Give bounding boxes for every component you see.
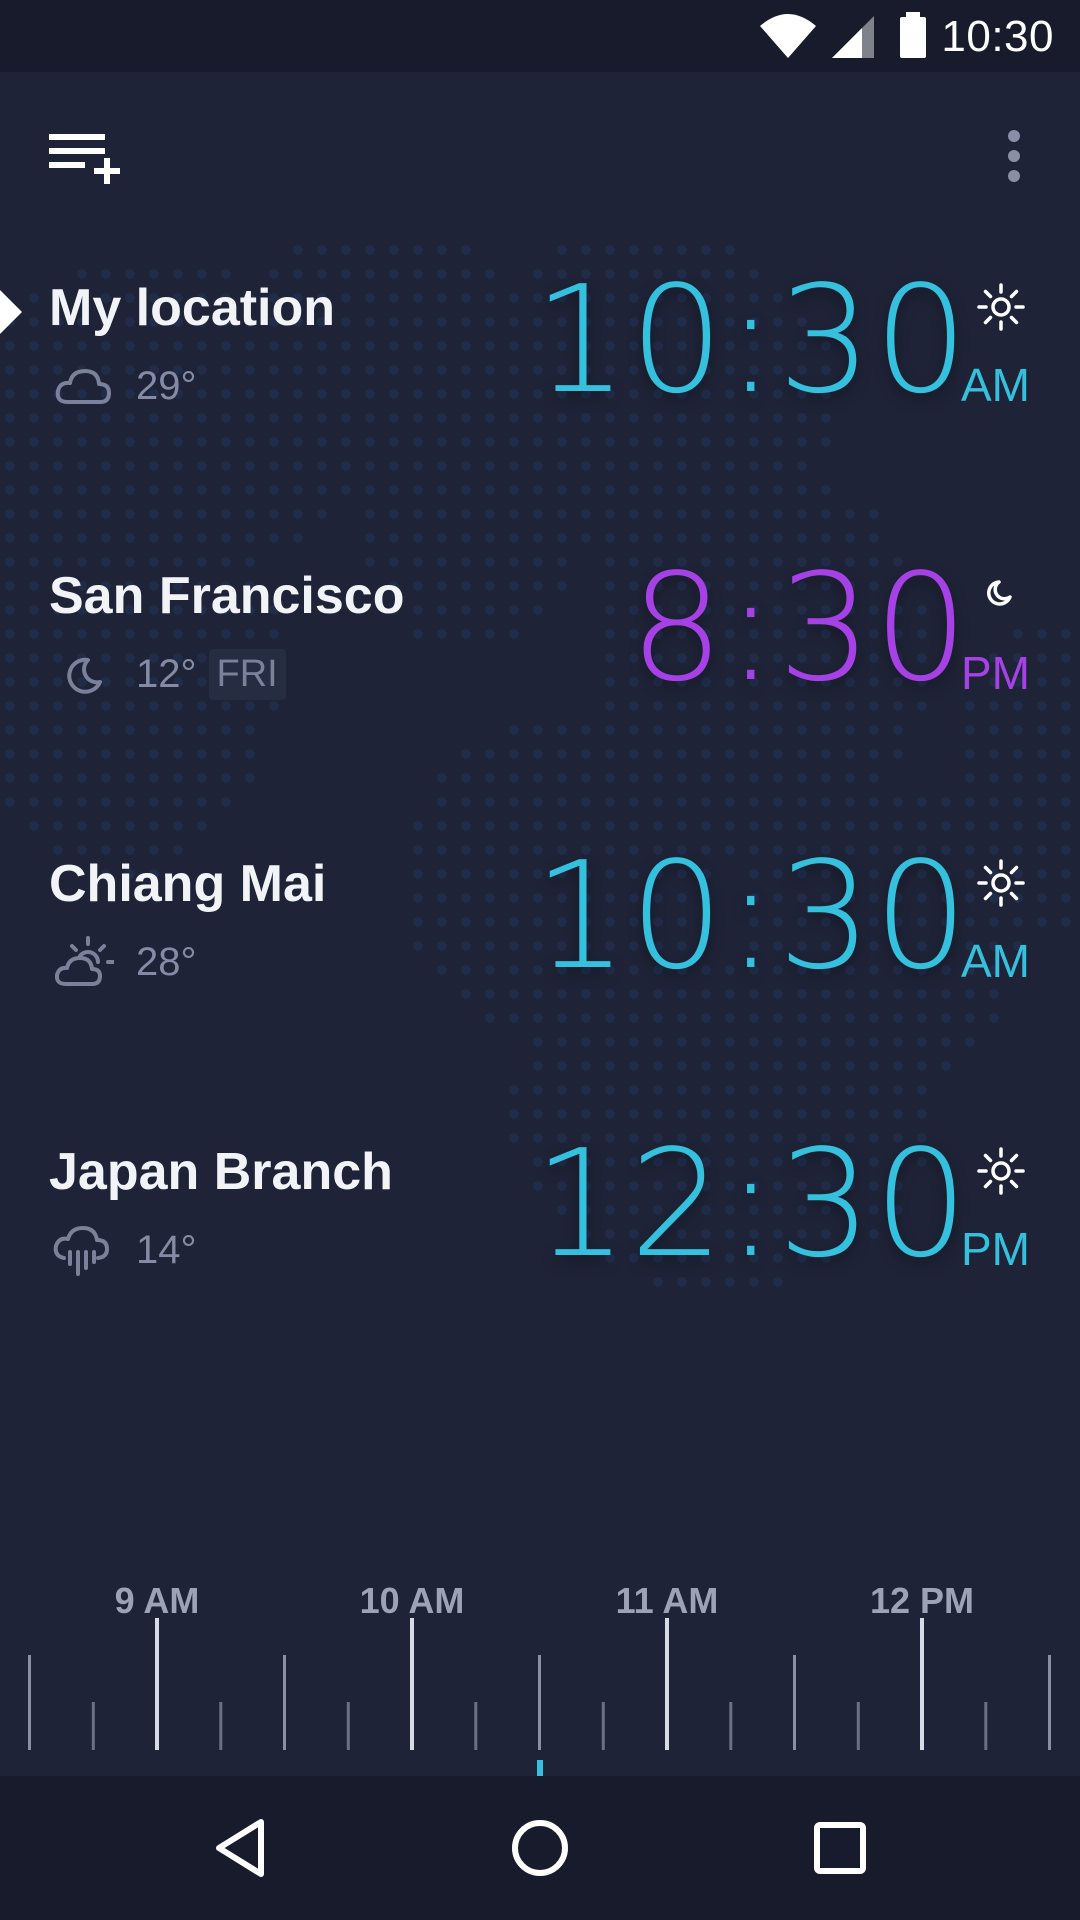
city-row[interactable]: San Francisco 12° FRI 8:30 PM bbox=[0, 528, 1080, 778]
am-pm-label: AM bbox=[961, 359, 1030, 411]
time-scrubber[interactable]: 9 AM 10 AM 11 AM 12 PM bbox=[0, 1560, 1080, 1780]
city-row[interactable]: My location 29° 10:30 AM bbox=[0, 240, 1080, 490]
city-row[interactable]: Japan Branch 14° 12:30 PM bbox=[0, 1104, 1080, 1354]
back-icon[interactable] bbox=[201, 1808, 281, 1888]
recents-icon[interactable] bbox=[800, 1808, 880, 1888]
city-time: 10:30 bbox=[533, 254, 970, 426]
timeline-hour-label: 10 AM bbox=[359, 1580, 465, 1621]
selected-indicator bbox=[0, 290, 22, 334]
temperature: 29° bbox=[136, 363, 197, 408]
weather-summary: 14° bbox=[52, 1220, 197, 1280]
status-bar: 10:30 bbox=[0, 0, 1080, 72]
world-clock-screen: 10:30 My location 29° 10:30 AM San Francisco… bbox=[0, 0, 1080, 1920]
weather-summary: 29° bbox=[52, 356, 197, 416]
temperature: 12° bbox=[136, 651, 197, 696]
sun-icon bbox=[977, 1147, 1025, 1195]
city-time: 10:30 bbox=[533, 830, 970, 1002]
partly-cloudy-icon bbox=[54, 936, 114, 986]
day-label: FRI bbox=[208, 648, 286, 700]
timeline-hour-label: 12 PM bbox=[869, 1580, 975, 1621]
city-time: 12:30 bbox=[533, 1118, 970, 1290]
weather-summary: 28° bbox=[52, 932, 197, 992]
moon-icon bbox=[987, 580, 1012, 606]
rain-icon bbox=[53, 1226, 109, 1276]
status-time: 10:30 bbox=[941, 12, 1054, 61]
am-pm-label: AM bbox=[961, 935, 1030, 987]
am-pm-label: PM bbox=[961, 1223, 1030, 1275]
city-name: My location bbox=[49, 279, 336, 337]
city-row[interactable]: Chiang Mai 28° 10:30 AM bbox=[0, 816, 1080, 1066]
city-name: San Francisco bbox=[49, 567, 405, 625]
playlist-add-icon[interactable] bbox=[44, 124, 124, 188]
sun-icon bbox=[977, 283, 1025, 331]
wifi-icon bbox=[760, 14, 816, 58]
city-name: Japan Branch bbox=[49, 1143, 393, 1201]
battery-icon bbox=[900, 12, 926, 58]
more-vert-icon[interactable] bbox=[996, 126, 1032, 190]
timeline-hour-label: 9 AM bbox=[114, 1580, 200, 1621]
timeline-hour-label: 11 AM bbox=[615, 1580, 719, 1621]
cellular-signal-icon bbox=[832, 16, 874, 58]
moon-icon bbox=[67, 657, 102, 694]
am-pm-label: PM bbox=[961, 647, 1030, 699]
temperature: 14° bbox=[136, 1227, 197, 1272]
home-icon[interactable] bbox=[500, 1808, 580, 1888]
city-name: Chiang Mai bbox=[49, 855, 327, 913]
weather-summary: 12° FRI bbox=[52, 644, 286, 704]
city-time: 8:30 bbox=[629, 542, 970, 714]
sun-icon bbox=[977, 859, 1025, 907]
temperature: 28° bbox=[136, 939, 197, 984]
navigation-bar bbox=[0, 1776, 1080, 1920]
cloud-icon bbox=[55, 369, 111, 404]
